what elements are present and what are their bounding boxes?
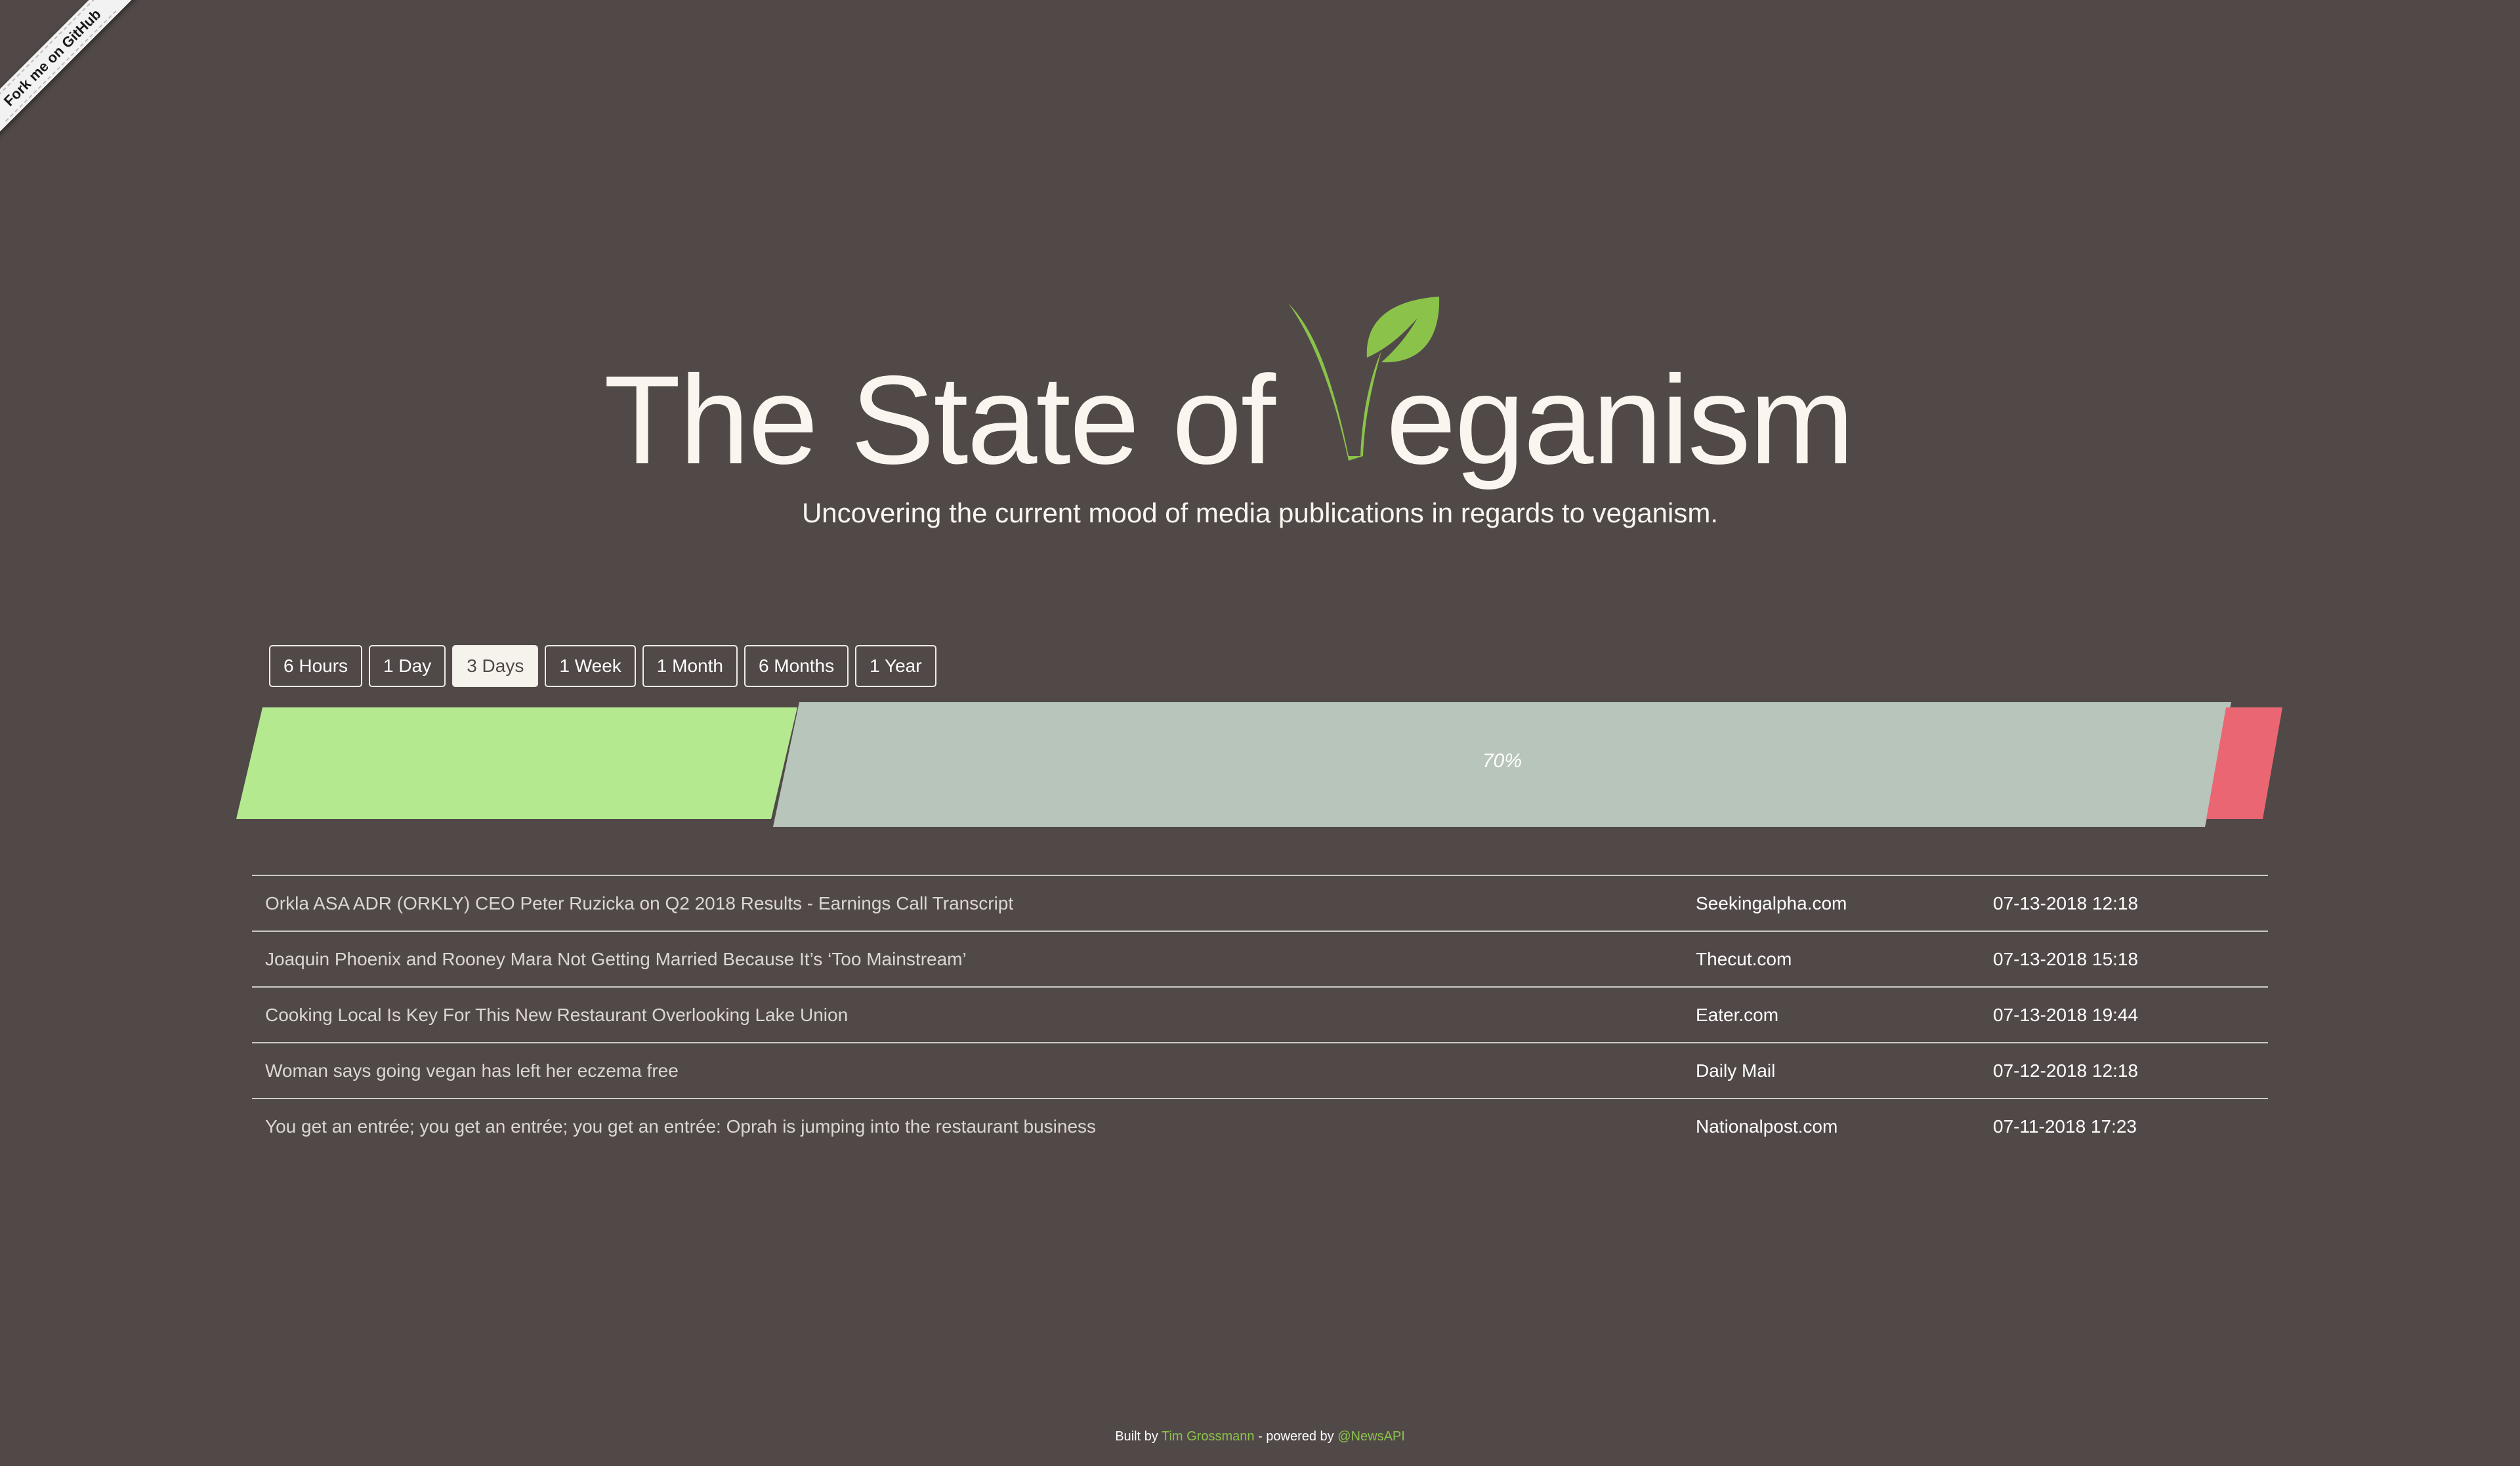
table-row: Orkla ASA ADR (ORKLY) CEO Peter Ruzicka … — [252, 876, 2268, 932]
table-row: Joaquin Phoenix and Rooney Mara Not Gett… — [252, 932, 2268, 988]
article-date: 07-13-2018 19:44 — [1993, 1004, 2139, 1025]
article-headline-link[interactable]: Woman says going vegan has left her ecze… — [252, 1060, 1696, 1081]
sentiment-bar: 70% — [0, 699, 2520, 830]
author-link[interactable]: Tim Grossmann — [1162, 1429, 1255, 1444]
range-button-6-hours[interactable]: 6 Hours — [269, 645, 363, 687]
article-source: Thecut.com — [1696, 948, 1792, 969]
range-button-3-days[interactable]: 3 Days — [452, 645, 539, 687]
table-row: Cooking Local Is Key For This New Restau… — [252, 988, 2268, 1043]
article-date: 07-13-2018 15:18 — [1993, 948, 2139, 969]
github-ribbon: Fork me on GitHub — [0, 0, 145, 150]
article-source: Daily Mail — [1696, 1060, 1776, 1081]
table-row: Woman says going vegan has left her ecze… — [252, 1043, 2268, 1099]
article-source: Seekingalpha.com — [1696, 892, 1847, 913]
footer-separator-text: - powered by — [1258, 1429, 1334, 1444]
newsapi-link[interactable]: @NewsAPI — [1337, 1429, 1405, 1444]
sentiment-neutral-label: 70% — [1482, 750, 1522, 772]
article-date: 07-12-2018 12:18 — [1993, 1060, 2139, 1081]
article-date: 07-11-2018 17:23 — [1993, 1116, 2137, 1137]
range-button-1-day[interactable]: 1 Day — [369, 645, 446, 687]
article-headline-link[interactable]: You get an entrée; you get an entrée; yo… — [252, 1116, 1696, 1137]
article-source: Nationalpost.com — [1696, 1116, 1838, 1137]
article-source: Eater.com — [1696, 1004, 1779, 1025]
header: The State of eganism — [0, 289, 2520, 505]
footer-built-by-text: Built by — [1115, 1429, 1158, 1444]
fork-me-on-github-link[interactable]: Fork me on GitHub — [0, 0, 117, 122]
time-range-selector: 6 Hours 1 Day 3 Days 1 Week 1 Month 6 Mo… — [269, 645, 936, 687]
footer: Built by Tim Grossmann - powered by @New… — [0, 1429, 2520, 1444]
page-title-part-1: The State of — [604, 349, 1276, 490]
range-button-1-week[interactable]: 1 Week — [545, 645, 636, 687]
article-headline-link[interactable]: Joaquin Phoenix and Rooney Mara Not Gett… — [252, 949, 1696, 970]
articles-table: Orkla ASA ADR (ORKLY) CEO Peter Ruzicka … — [252, 875, 2268, 1154]
page-title-part-2: eganism — [1386, 349, 1855, 490]
sentiment-positive-segment[interactable] — [236, 707, 797, 819]
range-button-6-months[interactable]: 6 Months — [744, 645, 849, 687]
article-date: 07-13-2018 12:18 — [1993, 892, 2139, 913]
range-button-1-year[interactable]: 1 Year — [855, 645, 936, 687]
range-button-1-month[interactable]: 1 Month — [642, 645, 738, 687]
page-subtitle: Uncovering the current mood of media pub… — [801, 497, 1719, 528]
article-headline-link[interactable]: Orkla ASA ADR (ORKLY) CEO Peter Ruzicka … — [252, 893, 1696, 914]
article-headline-link[interactable]: Cooking Local Is Key For This New Restau… — [252, 1005, 1696, 1026]
table-row: You get an entrée; you get an entrée; yo… — [252, 1099, 2268, 1154]
sentiment-neutral-segment[interactable]: 70% — [773, 702, 2231, 827]
